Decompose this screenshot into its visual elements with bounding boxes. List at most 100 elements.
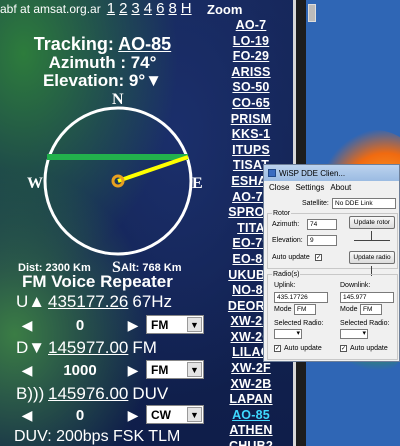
downlink-mode-value: FM [151,362,169,377]
uplink-field[interactable]: 435.17726 [274,292,328,303]
downlink-label: D▼ [16,338,46,357]
downlink-label: Downlink: [340,282,371,289]
satellite-link-lapan[interactable]: LAPAN [206,392,296,408]
mode-title: FM Voice Repeater [22,272,173,291]
top-bar: abf at amsat.org.ar 1 2 3 4 6 8 H Zoom [0,0,296,18]
satellite-link-xw-2b[interactable]: XW-2B [206,377,296,393]
downlink-auto-update-checkbox[interactable]: ✓ [340,345,347,352]
uplink-radio-select[interactable] [274,329,302,339]
chevron-down-icon: ▼ [187,407,202,422]
app-icon [268,169,276,177]
rotor-slider-track[interactable] [354,240,390,241]
update-rotor-button[interactable]: Update rotor [349,216,395,229]
update-radio-button[interactable]: Update radio [349,251,395,264]
uplink-step-row: ◀ 0 ▶ [16,315,144,335]
beacon-mode-value: CW [151,407,171,422]
satellite-link-chub2[interactable]: CHUB2 [206,439,296,446]
page-link-6[interactable]: 6 [156,0,164,17]
zoom-label[interactable]: Zoom [207,2,242,17]
satellite-field[interactable]: No DDE Link [332,198,396,209]
radios-label: Radio(s) [272,271,301,278]
beacon-mode-select[interactable]: CW ▼ [146,405,204,424]
page-link-4[interactable]: 4 [144,0,152,17]
menu-close[interactable]: Close [269,183,289,192]
satellite-link-xw-2f[interactable]: XW-2F [206,361,296,377]
uplink-auto-update-checkbox[interactable]: ✓ [274,345,281,352]
downlink-radio-select[interactable] [340,329,368,339]
chevron-down-icon: ▼ [187,362,202,377]
wisp-dde-client-window: WiSP DDE Clien... Close Settings About S… [263,164,400,362]
azimuth-label: Azimuth: [272,221,300,228]
page-links: 1 2 3 4 6 8 H [107,0,192,17]
uplink-label: Uplink: [274,282,296,289]
menu-settings[interactable]: Settings [295,183,324,192]
page-link-3[interactable]: 3 [131,0,139,17]
uplink-mode-field[interactable]: FM [294,304,316,315]
page-link-h[interactable]: H [181,0,192,17]
beacon-step-row: ◀ 0 ▶ [16,405,144,425]
uplink-mode-value: FM [151,317,169,332]
satellite-link-ao-85[interactable]: AO-85 [206,408,296,424]
beacon-step-left-arrow[interactable]: ◀ [16,407,38,424]
downlink-frequency[interactable]: 145977.00 [48,338,128,358]
uplink-mode-select[interactable]: FM ▼ [146,315,204,334]
satellite-link-athen[interactable]: ATHEN [206,423,296,439]
satellite-link-ariss[interactable]: ARISS [206,65,296,81]
dde-menu-bar: Close Settings About [264,181,399,193]
page-link-2[interactable]: 2 [119,0,127,17]
downlink-field[interactable]: 145.977 [340,292,394,303]
compass-east: E [192,175,203,192]
compass-north: N [112,91,124,108]
satellite-link-lo-19[interactable]: LO-19 [206,34,296,50]
downlink-step-row: ◀ 1000 ▶ [16,360,144,380]
satellite-link-prism[interactable]: PRISM [206,112,296,128]
satellite-link-ao-7[interactable]: AO-7 [206,18,296,34]
tracking-satellite[interactable]: AO-85 [118,34,171,54]
azimuth-field[interactable]: 74 [307,219,337,230]
sky-plot: N S E W [0,84,205,276]
tracker-window: abf at amsat.org.ar 1 2 3 4 6 8 H Zoom T… [0,0,296,446]
compass-west: W [27,175,43,192]
rotor-auto-update-label: Auto update [272,254,310,261]
uplink-row: U▲ 435177.26 67Hz [16,292,172,312]
satellite-link-so-50[interactable]: SO-50 [206,80,296,96]
uplink-mode-label: Mode [274,306,292,313]
satellite-label: Satellite: [302,200,329,207]
azimuth-readout: Azimuth : 74° [48,53,157,72]
satellite-link-co-65[interactable]: CO-65 [206,96,296,112]
downlink-step-value: 1000 [63,361,97,379]
beacon-step-right-arrow[interactable]: ▶ [122,407,144,424]
downlink-auto-update-label: Auto update [350,345,388,352]
uplink-step-left-arrow[interactable]: ◀ [16,317,38,334]
satellite-link-fo-29[interactable]: FO-29 [206,49,296,65]
desktop-window-icon[interactable] [308,4,316,22]
rotor-auto-update-checkbox[interactable]: ✓ [315,254,322,261]
downlink-mode-field[interactable]: FM [360,304,382,315]
duv-info: DUV: 200bps FSK TLM [14,428,181,445]
dde-body: Satellite: No DDE Link Rotor Azimuth: 74… [264,193,399,361]
site-link[interactable]: abf at amsat.org.ar [0,2,101,16]
menu-about[interactable]: About [330,183,351,192]
downlink-mode-select[interactable]: FM ▼ [146,360,204,379]
uplink-step-right-arrow[interactable]: ▶ [122,317,144,334]
beacon-label: B))) [16,384,45,403]
downlink-step-right-arrow[interactable]: ▶ [122,362,144,379]
satellite-direction-line [117,155,189,183]
uplink-step-value: 0 [75,316,85,334]
downlink-selected-radio-label: Selected Radio: [340,320,390,327]
satellite-link-kks-1[interactable]: KKS-1 [206,127,296,143]
beacon-row: B))) 145976.00 DUV [16,384,168,404]
downlink-step-left-arrow[interactable]: ◀ [16,362,38,379]
rotor-label: Rotor [272,210,292,217]
elevation-field[interactable]: 9 [307,235,337,246]
satellite-link-itups[interactable]: ITUPS [206,143,296,159]
page-link-8[interactable]: 8 [168,0,176,17]
uplink-tone: 67Hz [132,292,173,311]
uplink-frequency[interactable]: 435177.26 [48,292,128,312]
downlink-mode-label: Mode [340,306,358,313]
dde-title-bar[interactable]: WiSP DDE Clien... [264,165,399,181]
chevron-down-icon: ▼ [187,317,202,332]
beacon-frequency[interactable]: 145976.00 [48,384,128,404]
page-link-1[interactable]: 1 [107,0,115,17]
tracking-header: Tracking: AO-85 [0,34,205,55]
